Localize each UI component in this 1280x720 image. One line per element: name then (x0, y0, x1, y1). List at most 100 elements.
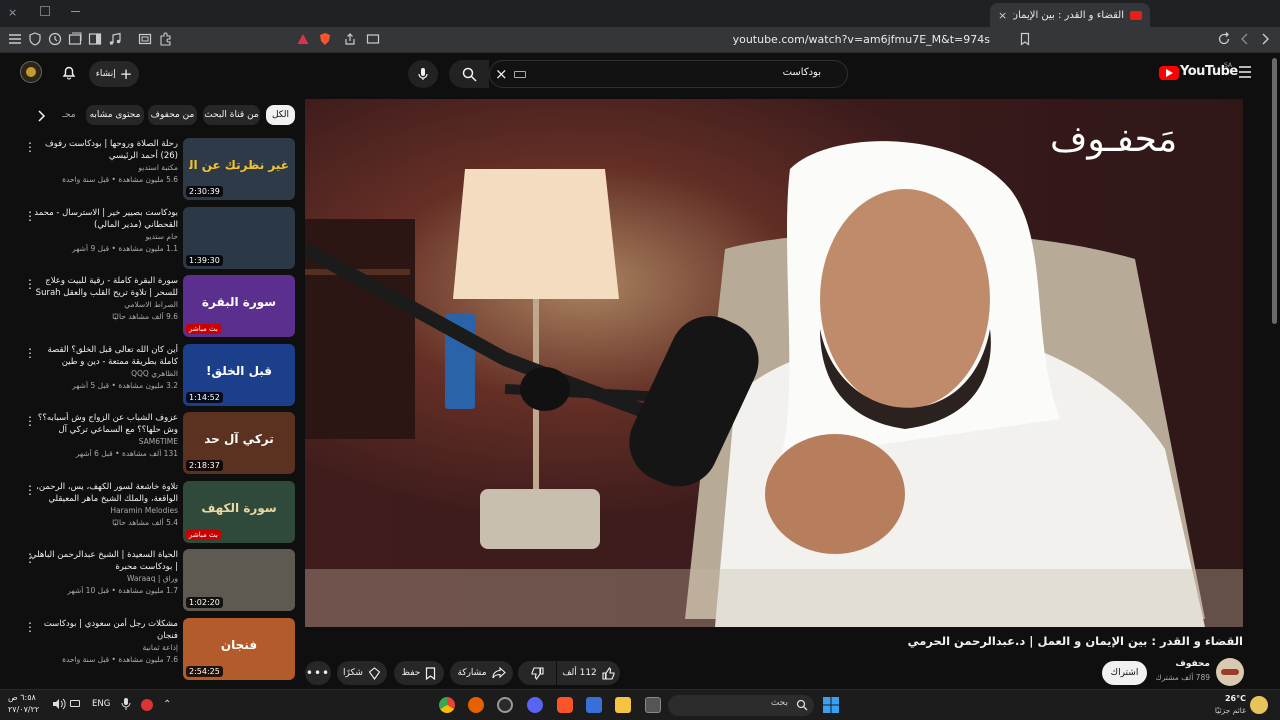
shield-icon[interactable] (28, 32, 44, 48)
notifications-bell-icon[interactable] (61, 64, 77, 80)
recommendation-title[interactable]: أين كان الله تعالى قبل الخلق؟ القصة كامل… (28, 344, 178, 368)
video-thumbnail[interactable]: 1:39:30 (183, 207, 295, 269)
recommendation-title[interactable]: عزوف الشباب عن الزواج وش أسبابه؟؟ وش حله… (28, 412, 178, 436)
recommendation-item[interactable]: ⋮ تركي آل حد 2:18:37 عزوف الشباب عن الزواج … (24, 412, 296, 476)
avatar[interactable] (20, 61, 42, 83)
store-icon[interactable] (586, 697, 602, 713)
recommendation-channel[interactable]: الصراط الاسلامي (28, 300, 178, 309)
recommendation-channel[interactable]: SAM6TIME (28, 437, 178, 446)
clock-date[interactable]: ٢٧/٠٧/٢٢ (8, 705, 46, 714)
file-explorer-icon[interactable] (615, 697, 631, 713)
screenshot-icon[interactable] (138, 32, 154, 48)
keyboard-icon[interactable] (514, 71, 526, 78)
chip-from-channel[interactable]: من محفوف (148, 105, 197, 125)
video-player[interactable]: مَحفـوف (305, 99, 1243, 627)
video-thumbnail[interactable]: سورة البقرة بث مباشر (183, 275, 295, 337)
youtube-logo-icon[interactable] (1159, 66, 1179, 80)
recommendation-title[interactable]: الحياة السعيدة | الشيخ عبدالرحمن الباهلي… (28, 549, 178, 573)
firefox-icon[interactable] (468, 697, 484, 713)
weather-text[interactable]: غائم جزئيًا (1190, 706, 1246, 715)
video-thumbnail[interactable]: غير نظرتك عن الصلاة 2:30:39 (183, 138, 295, 200)
window-maximize-icon[interactable] (40, 6, 50, 16)
video-thumbnail[interactable]: فنجان 2:54:25 (183, 618, 295, 680)
microphone-tray-icon[interactable] (121, 697, 131, 711)
video-thumbnail[interactable]: 1:02:20 (183, 549, 295, 611)
create-button[interactable]: إنشاء + (89, 61, 139, 87)
chip-from-search[interactable]: من قناة البحث (203, 105, 260, 125)
search-box[interactable]: × بودكاست (489, 60, 848, 88)
share-page-icon[interactable] (343, 32, 359, 48)
chip-more[interactable]: محـ (60, 105, 78, 125)
back-arrow-icon[interactable] (1238, 32, 1254, 48)
address-bar[interactable]: youtube.com/watch?v=am6jfmu7E_M&t=974s (600, 31, 990, 49)
recommendation-channel[interactable]: وراق | Waraaq (28, 574, 178, 583)
windows-start-icon[interactable] (823, 697, 839, 713)
recommendation-item[interactable]: ⋮ فنجان 2:54:25 مشكلات رجل أمن سعودي | بودك… (24, 618, 296, 682)
chip-similar[interactable]: محتوى مشابه (86, 105, 144, 125)
guide-menu-icon[interactable] (1238, 66, 1252, 78)
recommendation-channel[interactable]: Haramin Melodies (28, 506, 178, 515)
recommendation-item[interactable]: ⋮ قبل الخلق! 1:14:52 أين كان الله تعالى قبل… (24, 344, 296, 408)
chips-next-arrow-icon[interactable] (36, 110, 46, 122)
channel-name[interactable]: محفوف (1150, 659, 1210, 669)
recommendation-item[interactable]: ⋮ سورة البقرة بث مباشر سورة البقرة كاملة - … (24, 275, 296, 339)
music-icon[interactable] (108, 32, 124, 48)
brave-browser-icon[interactable] (557, 697, 573, 713)
cast-icon[interactable] (366, 32, 382, 48)
bookmark-icon[interactable] (1018, 32, 1034, 48)
voice-search-button[interactable] (408, 60, 438, 88)
channel-avatar[interactable] (1216, 658, 1244, 686)
scrollbar-thumb[interactable] (1272, 58, 1277, 324)
video-thumbnail[interactable]: قبل الخلق! 1:14:52 (183, 344, 295, 406)
subscribe-button[interactable]: اشتراك (1102, 661, 1147, 685)
reload-icon[interactable] (1217, 32, 1233, 48)
recommendation-channel[interactable]: الظاهري QQQ (28, 369, 178, 378)
taskbar-search[interactable]: بحث (668, 695, 814, 716)
chrome-icon[interactable] (439, 697, 455, 713)
tab-close-icon[interactable]: × (998, 9, 1007, 22)
clock-time[interactable]: ٦:٥٨ ص (8, 693, 46, 702)
weather-temp[interactable]: 26°C (1200, 694, 1246, 703)
active-tab[interactable]: القضاء و القدر : بين الإيمان و الـ × (990, 3, 1150, 27)
share-button[interactable]: مشاركة (450, 661, 513, 685)
recommendation-channel[interactable]: حام ستديو (28, 232, 178, 241)
recommendation-item[interactable]: ⋮ 1:39:30 بودكاست بصيير خير | الاسترسال - … (24, 207, 296, 271)
chip-all[interactable]: الكل (266, 105, 295, 125)
recommendation-channel[interactable]: مكتبة استديو (28, 163, 178, 172)
input-language[interactable]: ENG (92, 699, 110, 709)
menu-icon[interactable] (8, 32, 24, 48)
save-button[interactable]: حفظ (394, 661, 444, 685)
tabs-icon[interactable] (68, 32, 84, 48)
tray-overflow-chevron-icon[interactable]: ⌃ (163, 699, 171, 710)
recommendation-title[interactable]: سورة البقرة كاملة - رقية للبيت وعلاج للس… (28, 275, 178, 299)
recommendation-channel[interactable]: إذاعة ثمانية (28, 643, 178, 652)
recommendation-title[interactable]: رحلة الصلاة وروحها | بودكاست رفوف (26) أ… (28, 138, 178, 162)
sidebar-icon[interactable] (88, 32, 104, 48)
recommendation-title[interactable]: مشكلات رجل أمن سعودي | بودكاست فنجان (28, 618, 178, 642)
video-thumbnail[interactable]: تركي آل حد 2:18:37 (183, 412, 295, 474)
video-thumbnail[interactable]: سورة الكهف بث مباشر (183, 481, 295, 543)
brave-rewards-icon[interactable] (296, 32, 312, 48)
dislike-button[interactable] (518, 661, 556, 685)
weather-icon[interactable] (1250, 696, 1268, 714)
extensions-icon[interactable] (158, 32, 174, 48)
search-button[interactable] (449, 60, 489, 88)
thanks-button[interactable]: شكرًا (337, 661, 387, 685)
forward-arrow-icon[interactable] (1258, 32, 1274, 48)
window-close-icon[interactable]: × (8, 7, 20, 19)
recommendation-item[interactable]: ⋮ 1:02:20 الحياة السعيدة | الشيخ عبدالرحمن… (24, 549, 296, 613)
window-minimize-icon[interactable] (71, 11, 80, 12)
volume-icon[interactable] (52, 698, 66, 710)
brave-shields-icon[interactable] (318, 32, 334, 48)
network-icon[interactable] (70, 700, 80, 707)
clear-search-icon[interactable]: × (495, 66, 508, 82)
history-icon[interactable] (48, 32, 64, 48)
github-icon[interactable] (497, 697, 513, 713)
discord-icon[interactable] (527, 697, 543, 713)
task-view-icon[interactable] (645, 697, 661, 713)
more-actions-button[interactable]: ••• (305, 661, 331, 685)
recommendation-title[interactable]: بودكاست بصيير خير | الاسترسال - محمد الق… (28, 207, 178, 231)
recommendation-item[interactable]: ⋮ سورة الكهف بث مباشر تلاوة خاشعة لسور الكه… (24, 481, 296, 545)
recommendation-item[interactable]: ⋮غير نظرتك عن الصلاة2:30:39رحلة الصلاة و… (24, 138, 296, 202)
search-input[interactable]: بودكاست (783, 67, 821, 78)
